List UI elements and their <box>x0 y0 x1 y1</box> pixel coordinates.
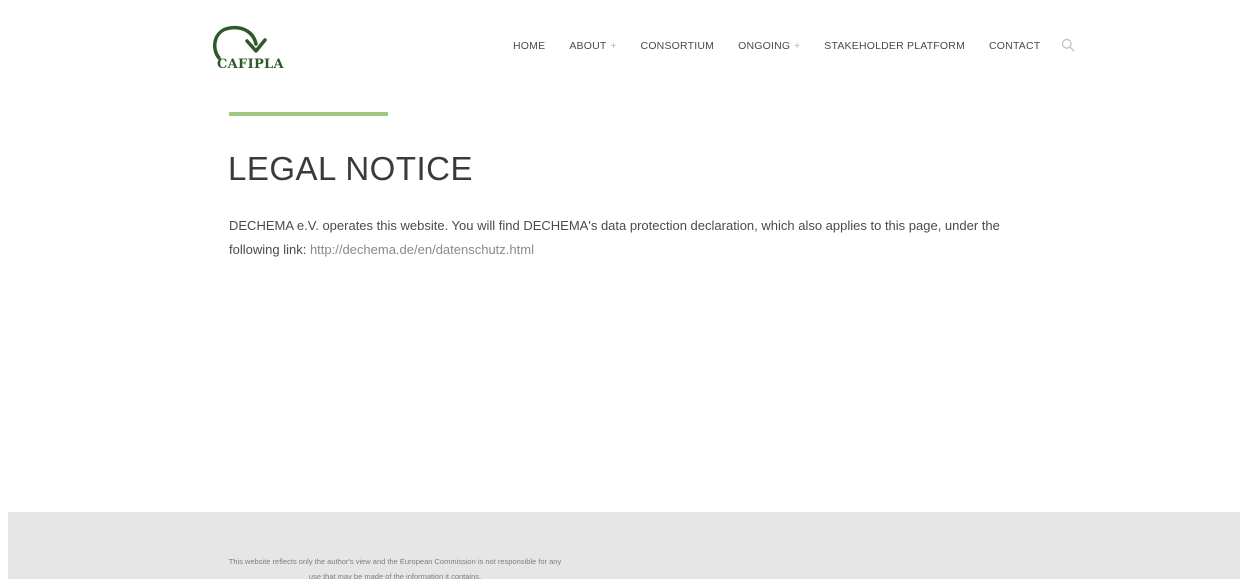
nav-contact-label: CONTACT <box>989 40 1041 52</box>
disclaimer-line-1: This website reflects only the author's … <box>228 557 562 566</box>
page: CAFIPLA HOME ABOUT + CONSORTIUM ONGOING … <box>0 0 1240 579</box>
page-title: LEGAL NOTICE <box>228 150 474 187</box>
title-accent-line <box>229 112 388 116</box>
nav-contact[interactable]: CONTACT <box>989 40 1040 52</box>
disclaimer-line-2: use that may be made of the information … <box>308 572 482 579</box>
legal-notice-paragraph: DECHEMA e.V. operates this website. You … <box>229 214 1049 262</box>
site-header: CAFIPLA HOME ABOUT + CONSORTIUM ONGOING … <box>0 0 1240 90</box>
nav-about[interactable]: ABOUT + <box>569 40 616 52</box>
nav-consortium-label: CONSORTIUM <box>640 40 715 52</box>
nav-home[interactable]: HOME <box>513 40 545 52</box>
nav-ongoing[interactable]: ONGOING + <box>738 40 800 52</box>
logo-arrow-icon <box>213 25 267 60</box>
nav-stakeholder-label: STAKEHOLDER PLATFORM <box>824 40 966 52</box>
search-icon[interactable] <box>1061 38 1075 52</box>
dropdown-plus-icon: + <box>794 40 801 52</box>
nav-about-label: ABOUT <box>569 40 607 52</box>
eu-disclaimer: This website reflects only the author's … <box>180 554 610 579</box>
nav-stakeholder-platform[interactable]: STAKEHOLDER PLATFORM <box>824 40 965 52</box>
main-nav: HOME ABOUT + CONSORTIUM ONGOING + STAKEH… <box>513 39 1040 53</box>
nav-consortium[interactable]: CONSORTIUM <box>641 40 715 52</box>
site-logo[interactable]: CAFIPLA <box>210 22 300 78</box>
site-footer: This website reflects only the author's … <box>8 512 1240 579</box>
logo-text: CAFIPLA <box>217 57 284 72</box>
data-protection-link[interactable]: http://dechema.de/en/datenschutz.html <box>310 242 534 257</box>
nav-ongoing-label: ONGOING <box>738 40 791 52</box>
nav-home-label: HOME <box>513 40 546 52</box>
dropdown-plus-icon: + <box>610 40 617 52</box>
